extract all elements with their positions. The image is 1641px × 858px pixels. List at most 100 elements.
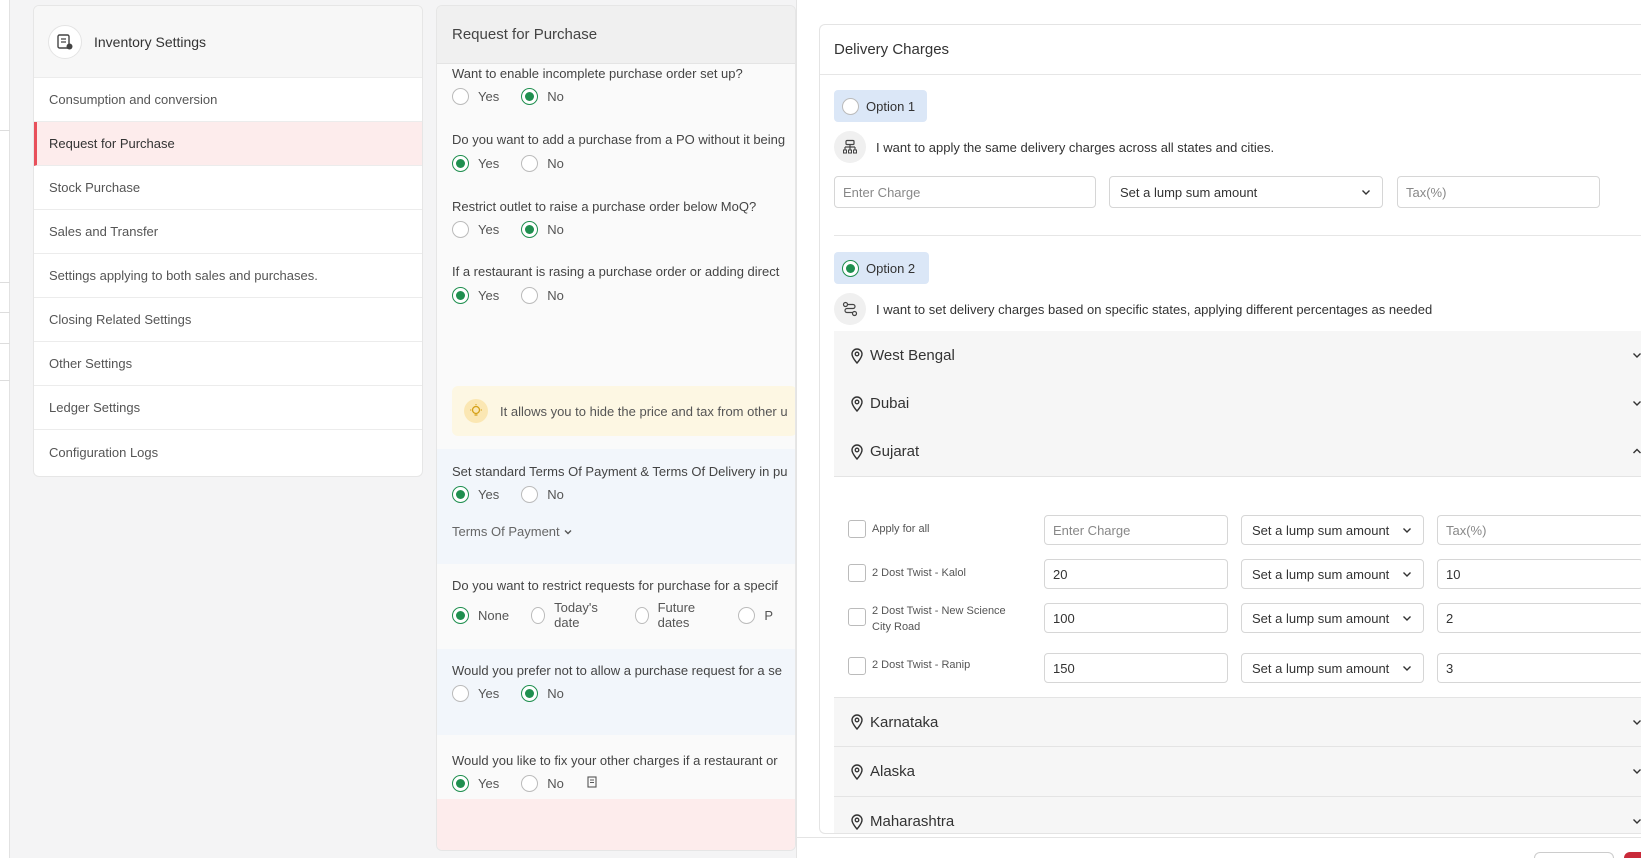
- outlet-charge-input[interactable]: 100: [1044, 603, 1228, 633]
- radio-group-q8: Yes No: [452, 775, 598, 792]
- question-other-charges: Would you like to fix your other charges…: [452, 753, 778, 768]
- apply-all-tax-input[interactable]: Tax(%): [1437, 515, 1641, 545]
- outlet-name: 2 Dost Twist - New Science City Road: [872, 605, 1006, 633]
- sidebar-item-closing[interactable]: Closing Related Settings: [34, 298, 422, 342]
- chevron-down-icon: [1403, 666, 1411, 671]
- terms-of-payment-dropdown[interactable]: Terms Of Payment: [452, 524, 573, 539]
- option-2-radio[interactable]: Option 2: [834, 252, 929, 284]
- radio-group-q4: Yes No: [452, 287, 586, 304]
- radio-yes[interactable]: Yes: [452, 221, 499, 238]
- apply-all-checkbox[interactable]: [848, 520, 866, 538]
- location-pin-icon: [850, 763, 864, 780]
- chevron-down-icon: [1403, 572, 1411, 577]
- outlet-checkbox[interactable]: [848, 657, 866, 675]
- chevron-down-icon: [1633, 401, 1641, 406]
- state-gujarat[interactable]: Gujarat: [834, 427, 1641, 477]
- outlet-charge-input[interactable]: 150: [1044, 653, 1228, 683]
- radio-group-q7: Yes No: [452, 685, 586, 702]
- outlet-tax-input[interactable]: 2: [1437, 603, 1641, 633]
- delivery-charges-drawer: Delivery Charges Option 1 I want to appl…: [796, 0, 1641, 858]
- sidebar-item-sales-transfer[interactable]: Sales and Transfer: [34, 210, 422, 254]
- gujarat-outlets: Apply for all Enter Charge Set a lump su…: [834, 507, 1641, 690]
- outlet-tax-input[interactable]: 3: [1437, 653, 1641, 683]
- chevron-down-icon: [1633, 353, 1641, 358]
- state-maharashtra[interactable]: Maharashtra: [834, 797, 1641, 833]
- apply-all-label: Apply for all: [872, 523, 930, 535]
- state-alaska[interactable]: Alaska: [834, 747, 1641, 797]
- outlet-name: 2 Dost Twist - Kalol: [872, 567, 966, 579]
- radio-yes[interactable]: Yes: [452, 88, 499, 105]
- option-1-radio[interactable]: Option 1: [834, 90, 927, 122]
- drawer-footer: [797, 837, 1641, 858]
- tip-text: It allows you to hide the price and tax …: [500, 403, 788, 419]
- radio-group-q6: None Today's date Future dates P: [452, 600, 795, 630]
- radio-future[interactable]: Future dates: [634, 600, 717, 630]
- panel-footer: [437, 799, 795, 850]
- sidebar-item-consumption[interactable]: Consumption and conversion: [34, 78, 422, 122]
- question-restrict-moq: Restrict outlet to raise a purchase orde…: [452, 199, 757, 214]
- chevron-down-icon: [564, 529, 572, 534]
- radio-no[interactable]: No: [521, 155, 564, 172]
- radio-group-q3: Yes No: [452, 221, 586, 238]
- outlet-mode-select[interactable]: Set a lump sum amount: [1241, 603, 1424, 633]
- chevron-down-icon: [1633, 819, 1641, 824]
- radio-no[interactable]: No: [521, 685, 564, 702]
- outlet-checkbox[interactable]: [848, 608, 866, 626]
- outlet-mode-select[interactable]: Set a lump sum amount: [1241, 653, 1424, 683]
- receipt-icon[interactable]: [586, 776, 598, 791]
- apply-all-charge-input[interactable]: Enter Charge: [1044, 515, 1228, 545]
- radio-no[interactable]: No: [521, 486, 564, 503]
- radio-yes[interactable]: Yes: [452, 685, 499, 702]
- outlet-charge-input[interactable]: 20: [1044, 559, 1228, 589]
- chevron-down-icon: [1633, 769, 1641, 774]
- radio-no[interactable]: No: [521, 287, 564, 304]
- radio-no[interactable]: No: [521, 775, 564, 792]
- state-karnataka[interactable]: Karnataka: [834, 697, 1641, 747]
- radio-no[interactable]: No: [521, 221, 564, 238]
- chevron-down-icon: [1403, 528, 1411, 533]
- apply-all-mode-select[interactable]: Set a lump sum amount: [1241, 515, 1424, 545]
- request-for-purchase-panel: Request for Purchase Want to enable inco…: [436, 5, 796, 851]
- state-west-bengal[interactable]: West Bengal: [834, 331, 1641, 381]
- state-dubai[interactable]: Dubai: [834, 379, 1641, 429]
- location-pin-icon: [850, 395, 864, 412]
- sidebar-item-ledger[interactable]: Ledger Settings: [34, 386, 422, 430]
- sidebar-item-config-logs[interactable]: Configuration Logs: [34, 430, 422, 474]
- radio-group-q2: Yes No: [452, 155, 586, 172]
- radio-past[interactable]: P: [738, 606, 773, 624]
- info-tip: It allows you to hide the price and tax …: [452, 386, 795, 436]
- option-1-description: I want to apply the same delivery charge…: [834, 131, 1274, 163]
- radio-today[interactable]: Today's date: [531, 600, 612, 630]
- option-1-charge-input[interactable]: Enter Charge: [834, 176, 1096, 208]
- sidebar-item-other[interactable]: Other Settings: [34, 342, 422, 386]
- radio-yes[interactable]: Yes: [452, 287, 499, 304]
- radio-no[interactable]: No: [521, 88, 564, 105]
- location-pin-icon: [850, 347, 864, 364]
- panel-title: Request for Purchase: [437, 6, 795, 64]
- route-icon: [834, 293, 866, 325]
- outlet-mode-select[interactable]: Set a lump sum amount: [1241, 559, 1424, 589]
- radio-yes[interactable]: Yes: [452, 486, 499, 503]
- option-1-mode-select[interactable]: Set a lump sum amount: [1109, 176, 1383, 208]
- chevron-down-icon: [1403, 616, 1411, 621]
- radio-none[interactable]: None: [452, 606, 509, 624]
- save-button[interactable]: [1624, 852, 1641, 858]
- left-edge-strip: [0, 0, 10, 858]
- delivery-charges-card: Delivery Charges Option 1 I want to appl…: [819, 24, 1641, 834]
- radio-yes[interactable]: Yes: [452, 775, 499, 792]
- settings-sidebar: Inventory Settings Consumption and conve…: [33, 5, 423, 477]
- location-pin-icon: [850, 443, 864, 460]
- sidebar-item-sales-purchases[interactable]: Settings applying to both sales and purc…: [34, 254, 422, 298]
- question-terms: Set standard Terms Of Payment & Terms Of…: [452, 464, 788, 479]
- radio-yes[interactable]: Yes: [452, 155, 499, 172]
- question-incomplete-po: Want to enable incomplete purchase order…: [452, 66, 743, 81]
- sidebar-item-request-for-purchase[interactable]: Request for Purchase: [34, 122, 422, 166]
- sidebar-title: Inventory Settings: [94, 33, 207, 50]
- sidebar-item-stock-purchase[interactable]: Stock Purchase: [34, 166, 422, 210]
- option-1-tax-input[interactable]: Tax(%): [1397, 176, 1600, 208]
- location-pin-icon: [850, 813, 864, 830]
- inventory-settings-icon: [48, 24, 82, 59]
- cancel-button[interactable]: [1534, 852, 1614, 858]
- outlet-tax-input[interactable]: 10: [1437, 559, 1641, 589]
- outlet-checkbox[interactable]: [848, 564, 866, 582]
